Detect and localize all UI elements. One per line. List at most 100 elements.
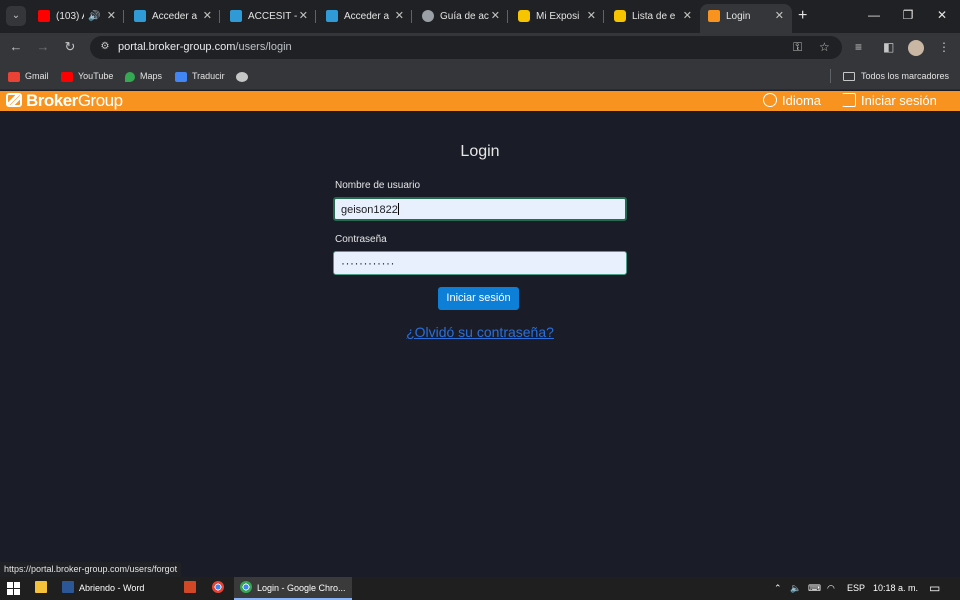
brokergroup-logo[interactable]: BrokerGroup — [6, 91, 123, 111]
volume-icon[interactable]: 🔈 — [790, 577, 801, 600]
tab-mi-exposicion[interactable]: Mi Exposi ✕ — [510, 4, 604, 29]
youtube-icon — [61, 71, 73, 82]
clock[interactable]: 10:18 a. m. — [873, 577, 918, 600]
restore-icon[interactable]: ❐ — [898, 5, 918, 25]
password-input[interactable]: ············ — [333, 251, 627, 275]
custom-bookmark-icon — [236, 71, 248, 82]
accesit-favicon-icon — [230, 10, 242, 22]
bookmark-youtube[interactable]: YouTube — [61, 68, 113, 84]
reload-icon[interactable]: ↻ — [60, 37, 80, 57]
tab-youtube[interactable]: (103) A 🔊 ✕ — [30, 4, 124, 29]
tab-separator — [507, 10, 508, 23]
windows-taskbar: Abriendo - Word Login - Google Chro... ⌃… — [0, 577, 960, 600]
bookmark-custom[interactable] — [236, 68, 253, 84]
login-submit-button[interactable]: Iniciar sesión — [438, 287, 519, 310]
all-bookmarks-folder[interactable]: Todos los marcadores — [843, 68, 949, 84]
address-bar[interactable]: ⚙ portal.broker-group.com/users/login ⚿ … — [90, 36, 842, 59]
status-url-bubble: https://portal.broker-group.com/users/fo… — [0, 562, 182, 577]
close-tab-icon[interactable]: ✕ — [491, 4, 500, 29]
keyboard-icon[interactable]: ⌨ — [808, 577, 821, 600]
header-login-link[interactable]: Iniciar sesión — [842, 91, 937, 111]
text-caret — [397, 203, 399, 215]
password-label: Contraseña — [335, 234, 387, 245]
globe-favicon-icon — [422, 10, 434, 22]
broker-favicon-icon — [614, 10, 626, 22]
powerpoint-icon — [184, 581, 196, 593]
bookmark-gmail[interactable]: Gmail — [8, 68, 49, 84]
site-info-icon[interactable]: ⚙ — [98, 40, 112, 54]
tab-accesit-2[interactable]: ACCESIT - ✕ — [222, 4, 316, 29]
close-window-icon[interactable]: ✕ — [932, 5, 952, 25]
brokergroup-favicon-icon — [708, 10, 720, 22]
browser-toolbar: ← → ↻ ⚙ portal.broker-group.com/users/lo… — [0, 33, 960, 61]
maps-icon — [125, 71, 135, 82]
sign-in-icon — [842, 93, 856, 107]
taskbar-chrome[interactable] — [212, 577, 228, 600]
tab-separator — [411, 10, 412, 23]
folder-icon — [843, 72, 855, 82]
taskbar-word[interactable]: Abriendo - Word — [62, 577, 144, 600]
broker-favicon-icon — [518, 10, 530, 22]
accesit-favicon-icon — [134, 10, 146, 22]
close-tab-icon[interactable]: ✕ — [775, 4, 784, 29]
bookmark-star-icon[interactable]: ☆ — [819, 39, 830, 55]
close-tab-icon[interactable]: ✕ — [683, 4, 692, 29]
tab-lista[interactable]: Lista de e ✕ — [606, 4, 700, 29]
file-explorer-icon — [35, 581, 47, 593]
close-tab-icon[interactable]: ✕ — [395, 4, 404, 29]
taskbar-file-explorer[interactable] — [35, 577, 53, 600]
close-tab-icon[interactable]: ✕ — [587, 4, 596, 29]
globe-icon — [763, 93, 777, 107]
chrome-icon — [212, 581, 224, 593]
bookmark-translate[interactable]: Traducir — [175, 68, 225, 84]
close-tab-icon[interactable]: ✕ — [299, 4, 308, 29]
browser-menu-icon[interactable]: ⋮ — [938, 38, 950, 56]
site-header: BrokerGroup Idioma Iniciar sesión — [0, 91, 960, 111]
close-tab-icon[interactable]: ✕ — [203, 4, 212, 29]
wifi-icon[interactable]: ◠ — [827, 577, 835, 600]
browser-tab-strip: ⌄ (103) A 🔊 ✕ Acceder a ✕ ACCESIT - ✕ Ac… — [0, 0, 960, 33]
tab-accesit-3[interactable]: Acceder a ✕ — [318, 4, 412, 29]
new-tab-button[interactable]: + — [798, 6, 807, 26]
forgot-password-row: ¿Olvidó su contraseña? — [0, 324, 960, 340]
tab-separator — [603, 10, 604, 23]
tab-accesit-1[interactable]: Acceder a ✕ — [126, 4, 220, 29]
username-input[interactable]: geison1822 — [333, 197, 627, 221]
tab-separator — [219, 10, 220, 23]
notifications-icon[interactable]: ▭ — [929, 577, 940, 600]
youtube-favicon-icon — [38, 10, 50, 22]
chrome-icon — [240, 581, 252, 593]
taskbar-chrome-login[interactable]: Login - Google Chro... — [234, 577, 352, 600]
word-icon — [62, 581, 74, 593]
taskbar-powerpoint[interactable] — [184, 577, 200, 600]
bookmarks-separator — [830, 69, 831, 83]
page-title: Login — [460, 143, 500, 160]
tab-guia[interactable]: Guía de ac ✕ — [414, 4, 508, 29]
back-icon[interactable]: ← — [6, 37, 26, 57]
bookmark-maps[interactable]: Maps — [125, 68, 162, 84]
url-text[interactable]: portal.broker-group.com/users/login — [118, 36, 292, 59]
accesit-favicon-icon — [326, 10, 338, 22]
translate-icon — [175, 71, 187, 82]
login-page: Login Nombre de usuario geison1822 Contr… — [0, 111, 960, 577]
tab-separator — [123, 10, 124, 23]
language-indicator[interactable]: ESP — [847, 577, 865, 600]
audio-playing-icon[interactable]: 🔊 — [88, 4, 100, 29]
tab-separator — [315, 10, 316, 23]
gmail-icon — [8, 71, 20, 82]
tab-login-active[interactable]: Login ✕ — [700, 4, 792, 33]
tab-search-icon[interactable]: ⌄ — [6, 6, 26, 26]
bookmarks-bar: Gmail YouTube Maps Traducir Todos los ma… — [0, 61, 960, 90]
media-controls-icon[interactable]: ≡ — [855, 38, 862, 56]
password-key-icon[interactable]: ⚿ — [793, 39, 802, 55]
show-hidden-icons[interactable]: ⌃ — [774, 577, 782, 600]
close-tab-icon[interactable]: ✕ — [107, 4, 116, 29]
language-link[interactable]: Idioma — [763, 91, 821, 111]
username-label: Nombre de usuario — [335, 180, 421, 191]
windows-start-icon[interactable] — [7, 582, 20, 595]
forgot-password-link[interactable]: ¿Olvidó su contraseña? — [406, 324, 554, 340]
profile-avatar[interactable] — [908, 40, 924, 56]
minimize-icon[interactable]: — — [864, 5, 884, 25]
side-panel-icon[interactable]: ◧ — [883, 38, 894, 56]
forward-icon[interactable]: → — [33, 37, 53, 57]
